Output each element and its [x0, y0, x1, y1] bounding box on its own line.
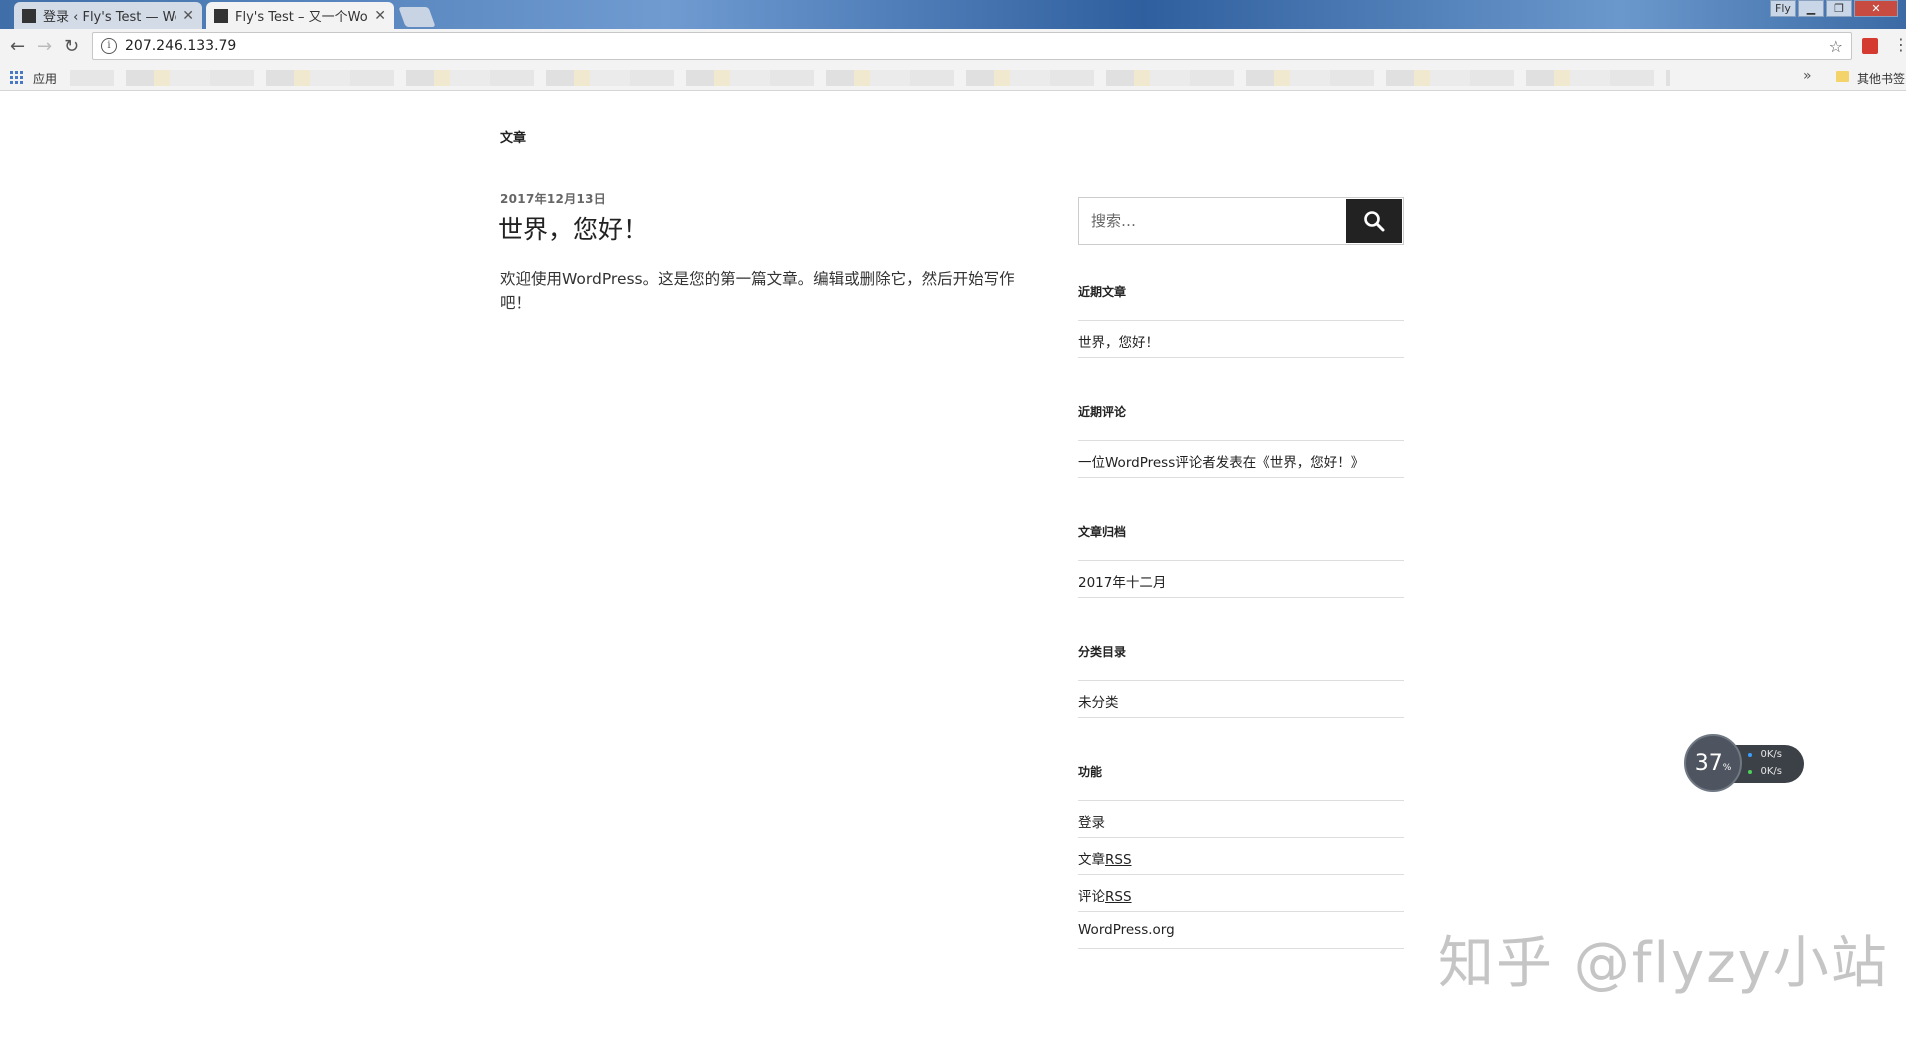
memory-gauge: 37 %	[1684, 734, 1742, 792]
post-excerpt: 欢迎使用WordPress。这是您的第一篇文章。编辑或删除它，然后开始写作吧！	[500, 270, 1015, 312]
widget-title: 近期文章	[1078, 283, 1404, 321]
tab-close-icon[interactable]: ✕	[374, 8, 386, 24]
upload-speed: 0K/s	[1760, 749, 1783, 760]
search-button[interactable]	[1346, 199, 1402, 243]
address-bar[interactable]: i 207.246.133.79 ☆	[92, 32, 1852, 60]
minimize-icon[interactable]: ▁	[1798, 0, 1824, 17]
widget-recent-posts: 近期文章 世界，您好！	[1078, 283, 1404, 358]
widget-title: 功能	[1078, 763, 1404, 801]
back-icon[interactable]: ←	[10, 36, 25, 57]
forward-icon[interactable]: →	[37, 36, 52, 57]
login-link[interactable]: 登录	[1078, 801, 1404, 838]
menu-dots-icon[interactable]: ⋮	[1893, 35, 1906, 54]
widget-categories: 分类目录 未分类	[1078, 643, 1404, 718]
comments-rss-link[interactable]: 评论RSS	[1078, 875, 1404, 912]
tab-login[interactable]: 登录 ‹ Fly's Test — Wor ✕	[14, 2, 202, 29]
bookmarks-bar: 应用 » 其他书签	[0, 65, 1906, 91]
widget-title: 文章归档	[1078, 523, 1404, 561]
wordpress-favicon-icon	[22, 8, 36, 23]
page-title: 文章	[500, 131, 527, 146]
apps-grid-icon[interactable]	[10, 71, 23, 84]
archive-link[interactable]: 2017年十二月	[1078, 561, 1404, 598]
post-date-link[interactable]: 2017年12月13日	[500, 190, 606, 207]
recent-post-link[interactable]: 世界，您好！	[1078, 321, 1404, 358]
browser-toolbar: ← → ↻ i 207.246.133.79 ☆ ⋮	[0, 29, 1906, 65]
widget-title: 近期评论	[1078, 403, 1404, 441]
search-input[interactable]	[1079, 198, 1339, 244]
download-speed: 0K/s	[1760, 766, 1783, 777]
reload-icon[interactable]: ↻	[64, 36, 79, 57]
watermark: 知乎 @flyzy小站	[1438, 931, 1889, 996]
tab-site-home[interactable]: Fly's Test – 又一个Word ✕	[206, 2, 394, 29]
apps-link[interactable]: 应用	[33, 70, 57, 87]
tab-close-icon[interactable]: ✕	[182, 8, 194, 24]
search-form	[1078, 197, 1404, 245]
recent-comment-link[interactable]: 一位WordPress评论者发表在《世界，您好！》	[1078, 441, 1404, 478]
profile-badge[interactable]: Fly	[1770, 0, 1796, 17]
title-bar: 登录 ‹ Fly's Test — Wor ✕ Fly's Test – 又一个…	[0, 0, 1906, 29]
restore-icon[interactable]: ❐	[1826, 0, 1852, 17]
category-link[interactable]: 未分类	[1078, 681, 1404, 718]
rss-label: RSS	[1105, 852, 1132, 868]
widget-archives: 文章归档 2017年十二月	[1078, 523, 1404, 598]
bookmarks-overflow-icon[interactable]: »	[1803, 68, 1812, 84]
post-title-link[interactable]: 世界，您好！	[498, 210, 648, 246]
tab-title: Fly's Test – 又一个Word	[235, 10, 369, 25]
bookmark-star-icon[interactable]: ☆	[1829, 37, 1843, 56]
widget-title: 分类目录	[1078, 643, 1404, 681]
network-speed-widget[interactable]: 37 % 0K/s 0K/s	[1684, 734, 1804, 792]
new-tab-button[interactable]	[398, 7, 436, 27]
close-window-icon[interactable]: ✕	[1854, 0, 1898, 17]
percent-unit: %	[1722, 763, 1732, 773]
entries-rss-link[interactable]: 文章RSS	[1078, 838, 1404, 875]
search-icon	[1364, 211, 1385, 232]
other-bookmarks-link[interactable]: 其他书签	[1857, 70, 1905, 87]
rss-label: RSS	[1105, 889, 1132, 905]
extension-icon[interactable]	[1862, 38, 1878, 54]
address-url[interactable]: 207.246.133.79	[125, 38, 236, 54]
window-controls: Fly ▁ ❐ ✕	[1770, 0, 1898, 17]
memory-percent: 37	[1694, 750, 1723, 776]
blurred-bookmarks	[70, 70, 1670, 86]
tab-title: 登录 ‹ Fly's Test — Wor	[43, 10, 177, 25]
wordpress-org-link[interactable]: WordPress.org	[1078, 912, 1404, 949]
wordpress-favicon-icon	[214, 8, 228, 23]
folder-icon	[1836, 71, 1849, 82]
widget-recent-comments: 近期评论 一位WordPress评论者发表在《世界，您好！》	[1078, 403, 1404, 478]
widget-meta: 功能 登录 文章RSS 评论RSS WordPress.org	[1078, 763, 1404, 949]
site-info-icon[interactable]: i	[101, 38, 117, 54]
